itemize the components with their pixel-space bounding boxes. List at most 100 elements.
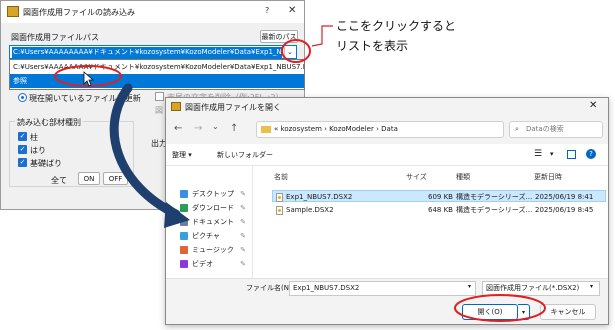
chevron-down-icon[interactable]: ⌄ <box>284 47 295 57</box>
close-icon[interactable]: ✕ <box>288 5 296 16</box>
pin-icon: ✎ <box>240 190 246 198</box>
file-date: 2025/06/19 8:45 <box>535 206 594 214</box>
breadcrumb-overflow[interactable]: « <box>274 125 278 133</box>
callout-line-1: ここをクリックすると <box>336 19 457 33</box>
nav-item-label: デスクトップ <box>192 190 234 198</box>
desktop-icon <box>180 190 188 198</box>
pin-icon: ✎ <box>240 218 246 226</box>
path-combobox[interactable]: C:¥Users¥AAAAAAAA¥ドキュメント¥kozosystem¥Kozo… <box>9 45 297 59</box>
file-size: 609 KB <box>428 193 453 201</box>
open-dialog-titlebar: 図面作成用ファイルを開く ✕ <box>166 98 608 116</box>
breadcrumb-data[interactable]: Data <box>381 125 398 133</box>
file-date: 2025/06/19 8:41 <box>535 193 594 201</box>
dialog-title: 図面作成用ファイルの読み込み <box>23 8 135 17</box>
dropdown-item-browse[interactable]: 参照 <box>10 74 304 88</box>
all-label: 全て <box>51 176 67 185</box>
path-dropdown-list: C:¥Users¥AAAAAAAA¥ドキュメント¥kozosystem¥Kozo… <box>9 59 305 90</box>
chevron-down-icon[interactable]: ▾ <box>468 283 471 290</box>
check-icon[interactable]: ✓ <box>18 132 27 141</box>
close-icon[interactable]: ✕ <box>589 100 597 111</box>
member-foundation-label: 基礎ばり <box>30 159 62 168</box>
file-name: Exp1_NBUS7.DSX2 <box>286 193 353 201</box>
all-on-button[interactable]: ON <box>78 172 100 185</box>
picture-icon <box>180 232 188 240</box>
nav-item-label: ドキュメント <box>192 218 234 226</box>
forward-arrow-icon[interactable]: → <box>194 123 202 134</box>
pin-icon: ✎ <box>240 204 246 212</box>
up-arrow-icon[interactable]: ↑ <box>230 123 238 134</box>
check-icon[interactable]: ✓ <box>18 145 27 154</box>
end-char-checkbox[interactable] <box>155 92 164 101</box>
back-arrow-icon[interactable]: ← <box>174 123 182 134</box>
nav-item-videos[interactable]: ビデオ ✎ <box>166 257 252 271</box>
all-off-button[interactable]: OFF <box>103 172 128 185</box>
pin-icon: ✎ <box>240 246 246 254</box>
navigation-pane: デスクトップ ✎ ダウンロード ✎ ドキュメント ✎ ピクチャ ✎ ミュージック ✎ ビデ… <box>166 166 253 278</box>
search-input[interactable]: Dataの検索 <box>509 121 603 138</box>
file-type: 構造モデラーシリーズ... <box>456 206 533 214</box>
filename-input[interactable]: Exp1_NBUS7.DSX2 <box>289 281 476 296</box>
open-file-dialog: 図面作成用ファイルを開く ✕ ← → ⌄ ↑ « kozosystem › Ko… <box>165 97 609 325</box>
navigation-bar: ← → ⌄ ↑ « kozosystem › KozoModeler › Dat… <box>166 116 608 144</box>
column-date[interactable]: 更新日時 <box>534 170 562 184</box>
nav-item-music[interactable]: ミュージック ✎ <box>166 243 252 257</box>
help-icon[interactable]: ? <box>586 149 596 159</box>
callout-text: ここをクリックすると リストを表示 <box>336 16 456 56</box>
cancel-button[interactable]: キャンセル <box>540 304 596 320</box>
member-beam-label: はり <box>30 146 46 155</box>
filetype-select[interactable]: 図面作成用ファイル(*.DSX2) <box>482 281 600 296</box>
table-row[interactable]: Sample.DSX2 648 KB 構造モデラーシリーズ... 2025/06… <box>272 204 606 216</box>
nav-item-pictures[interactable]: ピクチャ ✎ <box>166 229 252 243</box>
nav-item-documents[interactable]: ドキュメント ✎ <box>166 215 252 229</box>
table-row[interactable]: Exp1_NBUS7.DSX2 609 KB 構造モデラーシリーズ... 202… <box>272 190 606 202</box>
file-icon <box>276 192 283 202</box>
app-icon <box>7 6 19 17</box>
new-folder-button[interactable]: 新しいフォルダー <box>217 150 273 160</box>
callout-line-2: リストを表示 <box>336 39 409 53</box>
help-button[interactable]: ? <box>265 6 269 15</box>
dropdown-item-path[interactable]: C:¥Users¥AAAAAAAA¥ドキュメント¥kozosystem¥Kozo… <box>10 60 304 74</box>
nav-item-downloads[interactable]: ダウンロード ✎ <box>166 201 252 215</box>
pin-icon: ✎ <box>240 232 246 240</box>
file-type: 構造モデラーシリーズ... <box>456 193 533 201</box>
dialog-footer: ファイル名(N): Exp1_NBUS7.DSX2 ▾ 図面作成用ファイル(*.… <box>166 278 608 324</box>
recent-path-button[interactable]: 最新のパス <box>260 30 298 43</box>
nav-item-label: ミュージック <box>192 246 234 254</box>
chevron-down-icon[interactable]: ▾ <box>518 304 530 320</box>
pin-icon: ✎ <box>240 260 246 268</box>
nav-item-label: ピクチャ <box>192 232 220 240</box>
app-icon <box>171 102 181 111</box>
check-icon[interactable]: ✓ <box>18 158 27 167</box>
video-icon <box>180 260 188 268</box>
dialog-titlebar: 図面作成用ファイルの読み込み ? ✕ <box>1 1 304 23</box>
member-column-label: 柱 <box>30 133 38 142</box>
music-icon <box>180 246 188 254</box>
breadcrumb-kozosystem[interactable]: kozosystem <box>281 125 322 133</box>
faded-label: 図 <box>155 106 163 115</box>
update-radio[interactable] <box>18 93 27 102</box>
nav-item-label: ダウンロード <box>192 204 234 212</box>
file-size: 648 KB <box>428 206 453 214</box>
view-menu-icon[interactable]: ☰ <box>534 149 542 159</box>
members-title: 読み込む部材種別 <box>15 117 83 128</box>
column-name[interactable]: 名前 <box>274 170 288 184</box>
column-size[interactable]: サイズ <box>406 170 427 184</box>
file-icon <box>276 205 283 215</box>
update-radio-label: 現在開いているファイルを更新 <box>29 94 141 103</box>
column-type[interactable]: 種類 <box>456 170 470 184</box>
open-button[interactable]: 開く(O) <box>462 304 518 320</box>
chevron-down-icon[interactable]: ▾ <box>590 283 593 290</box>
download-icon <box>180 204 188 212</box>
path-label: 図面作成用ファイルパス <box>11 33 99 42</box>
organize-button[interactable]: 整理 ▾ <box>172 150 192 160</box>
preview-pane-icon[interactable] <box>567 150 576 159</box>
breadcrumb-separator: › <box>324 125 327 133</box>
address-bar[interactable]: « kozosystem › KozoModeler › Data <box>256 121 504 138</box>
nav-item-desktop[interactable]: デスクトップ ✎ <box>166 187 252 201</box>
chevron-down-icon[interactable]: ⌄ <box>212 122 219 131</box>
combo-value: C:¥Users¥AAAAAAAA¥ドキュメント¥kozosystem¥Kozo… <box>12 47 282 58</box>
breadcrumb-kozomodeler[interactable]: KozoModeler <box>329 125 374 133</box>
file-name: Sample.DSX2 <box>286 206 334 214</box>
chevron-down-icon[interactable]: ▾ <box>550 150 554 158</box>
leader-line <box>311 25 333 47</box>
